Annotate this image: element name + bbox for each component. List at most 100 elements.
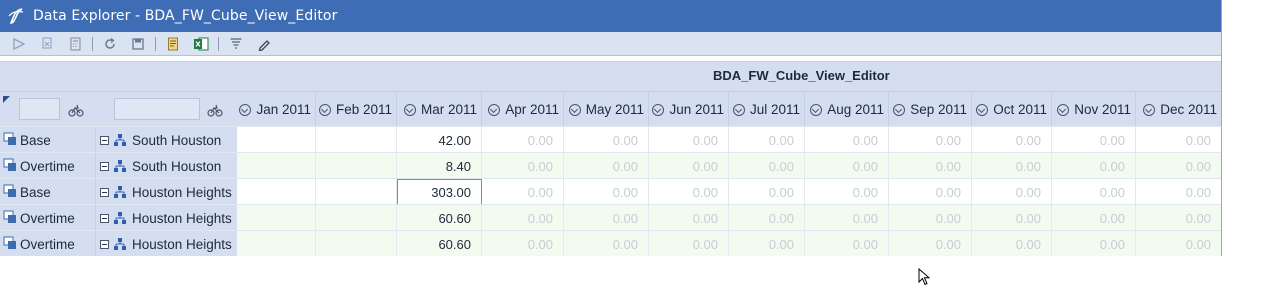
- collapse-toggle[interactable]: [100, 161, 109, 171]
- grid-cell[interactable]: 0.00: [482, 179, 564, 205]
- grid-cell[interactable]: 0.00: [482, 153, 564, 179]
- account-filter-input[interactable]: [19, 98, 60, 120]
- expand-circle-icon[interactable]: [893, 103, 906, 116]
- grid-cell[interactable]: 0.00: [1136, 153, 1221, 179]
- grid-cell[interactable]: 0.00: [889, 127, 972, 153]
- grid-cell[interactable]: 0.00: [889, 179, 972, 205]
- expand-circle-icon[interactable]: [239, 103, 252, 116]
- grid-cell[interactable]: 0.00: [1136, 205, 1221, 231]
- grid-cell[interactable]: 0.00: [1136, 127, 1221, 153]
- column-header-may[interactable]: May 2011: [564, 92, 649, 127]
- excel-icon[interactable]: [190, 34, 212, 54]
- run-icon[interactable]: [8, 34, 30, 54]
- row-header-entity[interactable]: South Houston: [96, 153, 237, 179]
- row-header-account[interactable]: Overtime: [0, 153, 96, 179]
- grid-cell[interactable]: 0.00: [972, 153, 1052, 179]
- column-header-nov[interactable]: Nov 2011: [1052, 92, 1136, 127]
- grid-cell[interactable]: 0.00: [564, 153, 649, 179]
- grid-cell[interactable]: 0.00: [805, 179, 889, 205]
- grid-cell[interactable]: 0.00: [889, 231, 972, 256]
- grid-cell[interactable]: 0.00: [805, 153, 889, 179]
- grid-cell[interactable]: 42.00: [397, 127, 482, 153]
- selected-grid-cell[interactable]: 303.00: [397, 179, 482, 205]
- grid-cell[interactable]: 0.00: [1052, 153, 1136, 179]
- column-header-aug[interactable]: Aug 2011: [805, 92, 889, 127]
- grid-cell[interactable]: 0.00: [482, 205, 564, 231]
- column-header-feb[interactable]: Feb 2011: [316, 92, 397, 127]
- grid-cell[interactable]: 0.00: [649, 179, 729, 205]
- grid-cell[interactable]: 0.00: [564, 179, 649, 205]
- grid-cell[interactable]: 0.00: [649, 231, 729, 256]
- column-header-jul[interactable]: Jul 2011: [729, 92, 805, 127]
- filter-icon[interactable]: [225, 34, 247, 54]
- row-header-entity[interactable]: South Houston: [96, 127, 237, 153]
- row-header-account[interactable]: Overtime: [0, 231, 96, 256]
- expand-circle-icon[interactable]: [568, 103, 581, 116]
- grid-cell[interactable]: 0.00: [729, 179, 805, 205]
- grid-cell[interactable]: 0.00: [889, 205, 972, 231]
- column-header-dec[interactable]: Dec 2011: [1136, 92, 1221, 127]
- grid-cell[interactable]: 60.60: [397, 231, 482, 256]
- grid-cell[interactable]: 0.00: [564, 231, 649, 256]
- grid-cell[interactable]: 8.40: [397, 153, 482, 179]
- grid-cell[interactable]: 0.00: [972, 231, 1052, 256]
- grid-cell[interactable]: 0.00: [1052, 179, 1136, 205]
- row-header-account[interactable]: Base: [0, 127, 96, 153]
- grid-cell[interactable]: 0.00: [972, 127, 1052, 153]
- expand-circle-icon[interactable]: [732, 103, 745, 116]
- row-header-entity[interactable]: Houston Heights: [96, 231, 237, 256]
- grid-cell[interactable]: [237, 127, 316, 153]
- grid-cell[interactable]: [237, 153, 316, 179]
- column-header-oct[interactable]: Oct 2011: [972, 92, 1052, 127]
- bike-icon[interactable]: [68, 102, 84, 118]
- grid-cell[interactable]: 0.00: [1136, 231, 1221, 256]
- row-header-account[interactable]: Overtime: [0, 205, 96, 231]
- grid-cell[interactable]: 0.00: [729, 153, 805, 179]
- expand-circle-icon[interactable]: [1143, 103, 1156, 116]
- grid-cell[interactable]: 0.00: [889, 153, 972, 179]
- grid-cell[interactable]: [316, 231, 397, 256]
- row-header-account[interactable]: Base: [0, 179, 96, 205]
- expand-circle-icon[interactable]: [318, 103, 331, 116]
- grid-cell[interactable]: 0.00: [649, 153, 729, 179]
- collapse-toggle[interactable]: [100, 239, 109, 249]
- grid-cell[interactable]: 0.00: [729, 127, 805, 153]
- expand-circle-icon[interactable]: [652, 103, 665, 116]
- collapse-toggle[interactable]: [100, 135, 109, 145]
- column-header-jan[interactable]: Jan 2011: [237, 92, 316, 127]
- expand-circle-icon[interactable]: [1057, 103, 1070, 116]
- entity-filter-input[interactable]: [114, 98, 200, 120]
- save-icon[interactable]: [127, 34, 149, 54]
- grid-cell[interactable]: [316, 127, 397, 153]
- edit-icon[interactable]: [253, 34, 275, 54]
- expand-circle-icon[interactable]: [488, 103, 501, 116]
- grid-cell[interactable]: 0.00: [1052, 205, 1136, 231]
- grid-cell[interactable]: 0.00: [805, 127, 889, 153]
- expand-circle-icon[interactable]: [810, 103, 823, 116]
- grid-cell[interactable]: 0.00: [1052, 127, 1136, 153]
- grid-cell[interactable]: 0.00: [729, 231, 805, 256]
- column-header-sep[interactable]: Sep 2011: [889, 92, 972, 127]
- grid-cell[interactable]: 0.00: [972, 179, 1052, 205]
- grid-cell[interactable]: 0.00: [482, 231, 564, 256]
- bike-icon[interactable]: [207, 102, 223, 118]
- grid-cell[interactable]: 0.00: [649, 205, 729, 231]
- grid-cell[interactable]: 0.00: [649, 127, 729, 153]
- column-header-mar[interactable]: Mar 2011: [397, 92, 482, 127]
- grid-cell[interactable]: [237, 205, 316, 231]
- grid-cell[interactable]: 60.60: [397, 205, 482, 231]
- report-icon[interactable]: [162, 34, 184, 54]
- collapse-toggle[interactable]: [100, 187, 109, 197]
- grid-cell[interactable]: [237, 179, 316, 205]
- copy-icon[interactable]: [36, 34, 58, 54]
- grid-cell[interactable]: 0.00: [972, 205, 1052, 231]
- calculator-icon[interactable]: [64, 34, 86, 54]
- collapse-toggle[interactable]: [100, 213, 109, 223]
- grid-cell[interactable]: [316, 205, 397, 231]
- refresh-icon[interactable]: [99, 34, 121, 54]
- row-header-entity[interactable]: Houston Heights: [96, 205, 237, 231]
- grid-cell[interactable]: 0.00: [805, 231, 889, 256]
- grid-cell[interactable]: 0.00: [1136, 179, 1221, 205]
- grid-cell[interactable]: [316, 179, 397, 205]
- grid-cell[interactable]: [316, 153, 397, 179]
